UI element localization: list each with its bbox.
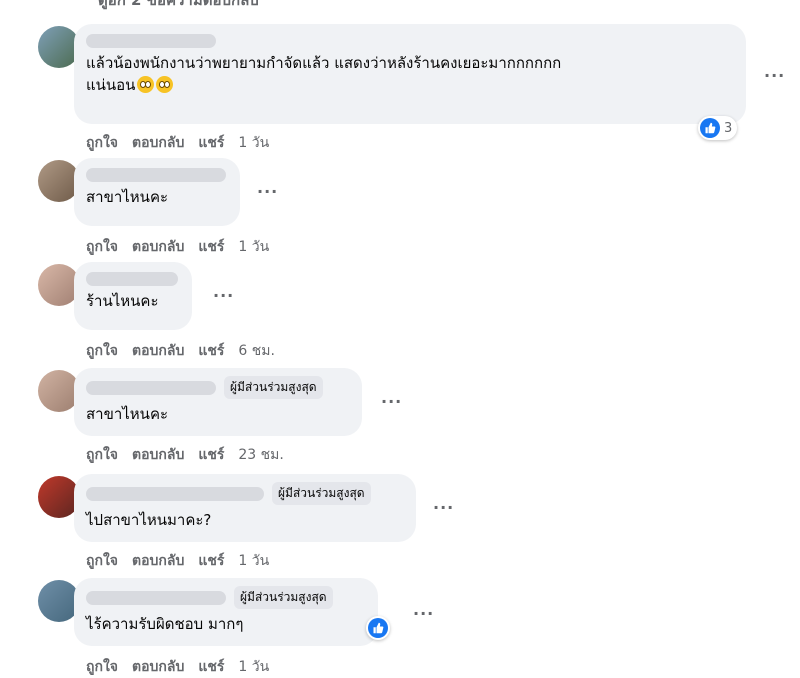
- comment-actions: ถูกใจ ตอบกลับ แชร์ 1 วัน: [86, 550, 269, 572]
- comment-text: แล้วน้องพนักงานว่าพยายามกำจัดแล้ว แสดงว่…: [86, 54, 562, 94]
- comment-actions: ถูกใจ ตอบกลับ แชร์ 6 ชม.: [86, 340, 275, 362]
- comment-text: สาขาไหนคะ: [86, 188, 169, 206]
- comment-bubble: ร้านไหนคะ: [74, 262, 192, 330]
- top-fan-badge: ผู้มีส่วนร่วมสูงสุด: [224, 376, 323, 399]
- top-fan-badge: ผู้มีส่วนร่วมสูงสุด: [272, 482, 371, 505]
- reply-button[interactable]: ตอบกลับ: [132, 340, 184, 362]
- reply-button[interactable]: ตอบกลับ: [132, 444, 184, 466]
- comment-actions: ถูกใจ ตอบกลับ แชร์ 1 วัน: [86, 656, 269, 678]
- top-fan-badge: ผู้มีส่วนร่วมสูงสุด: [234, 586, 333, 609]
- comment-actions: ถูกใจ ตอบกลับ แชร์ 1 วัน: [86, 132, 269, 154]
- commenter-name-blurred[interactable]: [86, 272, 178, 286]
- reaction-count[interactable]: 3: [698, 116, 738, 140]
- comment-actions: ถูกใจ ตอบกลับ แชร์ 23 ชม.: [86, 444, 284, 466]
- more-options-icon[interactable]: ···: [257, 182, 278, 201]
- timestamp[interactable]: 6 ชม.: [238, 340, 275, 362]
- comment-text: ไปสาขาไหนมาคะ?: [86, 511, 212, 529]
- reply-button[interactable]: ตอบกลับ: [132, 550, 184, 572]
- comment-bubble: สาขาไหนคะ: [74, 158, 240, 226]
- like-button[interactable]: ถูกใจ: [86, 132, 118, 154]
- timestamp[interactable]: 1 วัน: [238, 656, 269, 678]
- more-options-icon[interactable]: ···: [413, 604, 434, 623]
- reply-button[interactable]: ตอบกลับ: [132, 236, 184, 258]
- commenter-name-blurred[interactable]: [86, 168, 226, 182]
- commenter-name-blurred[interactable]: [86, 590, 226, 605]
- commenter-name-blurred[interactable]: [86, 34, 216, 48]
- like-reaction-icon: [368, 618, 388, 638]
- share-button[interactable]: แชร์: [198, 236, 224, 258]
- comment-text: ไร้ความรับผิดชอบ มากๆ: [86, 615, 244, 633]
- timestamp[interactable]: 23 ชม.: [238, 444, 283, 466]
- comment-text: ร้านไหนคะ: [86, 292, 159, 310]
- like-button[interactable]: ถูกใจ: [86, 236, 118, 258]
- like-reaction-icon: [700, 118, 720, 138]
- flushed-face-icon: [137, 76, 155, 93]
- share-button[interactable]: แชร์: [198, 132, 224, 154]
- comment-text: สาขาไหนคะ: [86, 405, 169, 423]
- reply-button[interactable]: ตอบกลับ: [132, 132, 184, 154]
- more-options-icon[interactable]: ···: [381, 392, 402, 411]
- commenter-name-blurred[interactable]: [86, 486, 264, 501]
- share-button[interactable]: แชร์: [198, 444, 224, 466]
- share-button[interactable]: แชร์: [198, 656, 224, 678]
- comment-bubble: ผู้มีส่วนร่วมสูงสุด ไร้ความรับผิดชอบ มาก…: [74, 578, 378, 646]
- pleading-face-icon: [156, 76, 174, 93]
- comment-bubble: แล้วน้องพนักงานว่าพยายามกำจัดแล้ว แสดงว่…: [74, 24, 746, 124]
- timestamp[interactable]: 1 วัน: [238, 236, 269, 258]
- comment-bubble: ผู้มีส่วนร่วมสูงสุด สาขาไหนคะ: [74, 368, 362, 436]
- share-button[interactable]: แชร์: [198, 340, 224, 362]
- comment-actions: ถูกใจ ตอบกลับ แชร์ 1 วัน: [86, 236, 269, 258]
- more-options-icon[interactable]: ···: [433, 498, 454, 517]
- more-options-icon[interactable]: ···: [764, 66, 785, 85]
- commenter-name-blurred[interactable]: [86, 380, 216, 395]
- like-button[interactable]: ถูกใจ: [86, 550, 118, 572]
- reply-button[interactable]: ตอบกลับ: [132, 656, 184, 678]
- reaction-count[interactable]: [366, 616, 390, 640]
- like-button[interactable]: ถูกใจ: [86, 444, 118, 466]
- timestamp[interactable]: 1 วัน: [238, 550, 269, 572]
- timestamp[interactable]: 1 วัน: [238, 132, 269, 154]
- like-button[interactable]: ถูกใจ: [86, 656, 118, 678]
- like-button[interactable]: ถูกใจ: [86, 340, 118, 362]
- view-more-replies-link[interactable]: ดูอีก 2 ข้อความตอบกลับ: [98, 0, 259, 12]
- comment-bubble: ผู้มีส่วนร่วมสูงสุด ไปสาขาไหนมาคะ?: [74, 474, 416, 542]
- share-button[interactable]: แชร์: [198, 550, 224, 572]
- more-options-icon[interactable]: ···: [213, 286, 234, 305]
